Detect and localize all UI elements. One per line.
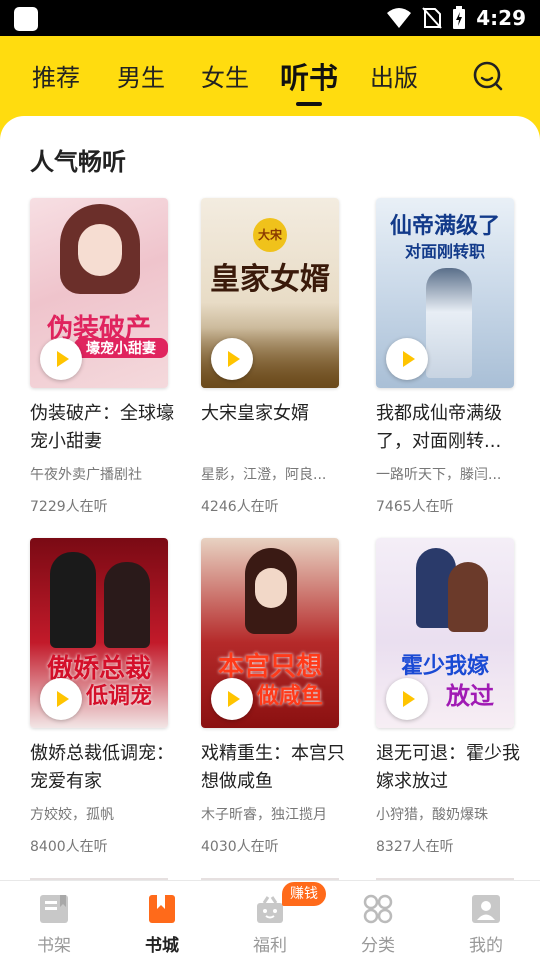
play-button[interactable] — [40, 338, 82, 380]
play-button[interactable] — [40, 678, 82, 720]
book-title[interactable]: 退无可退：霍少我嫁求放过 — [376, 740, 520, 796]
book-author: 小狩猎，酸奶爆珠 — [376, 807, 488, 823]
status-bar: 4:29 — [0, 0, 540, 36]
tab-recommend[interactable]: 推荐 — [32, 58, 80, 93]
listener-count: 7229人在听 — [30, 499, 108, 515]
book-card[interactable]: 大宋 皇家女婿 大宋皇家女婿 星影，江澄，阿良... 4246人在听 — [201, 198, 341, 516]
status-icons: 4:29 — [386, 0, 526, 36]
book-title[interactable]: 大宋皇家女婿 — [201, 400, 345, 456]
app-notification-icon — [14, 7, 38, 31]
book-title[interactable]: 戏精重生：本宫只想做咸鱼 — [201, 740, 345, 796]
cover-subtitle: 对面刚转职 — [404, 242, 485, 261]
book-card[interactable]: 伪装破产 壕宠小甜妻 伪装破产：全球壕宠小甜妻 午夜外卖广播剧社 7229人在听 — [30, 198, 174, 516]
play-button[interactable] — [211, 678, 253, 720]
book-author: 午夜外卖广播剧社 — [30, 467, 142, 483]
wifi-icon — [387, 8, 412, 28]
profile-icon — [472, 895, 500, 923]
listener-count: 8327人在听 — [376, 839, 454, 855]
book-cover[interactable]: 傲娇总裁 低调宠 — [30, 538, 168, 728]
book-title[interactable]: 我都成仙帝满级了，对面刚转... — [376, 400, 520, 456]
search-icon[interactable] — [470, 58, 506, 94]
top-nav: 推荐 男生 女生 听书 出版 — [0, 36, 540, 116]
nav-label: 我的 — [469, 936, 503, 956]
play-button[interactable] — [386, 678, 428, 720]
book-cover[interactable]: 本宫只想 做咸鱼 — [201, 538, 339, 728]
nav-label: 福利 — [253, 936, 287, 956]
nav-bookshelf[interactable]: 书架 — [0, 881, 108, 960]
book-cover[interactable]: 仙帝满级了 对面刚转职 — [376, 198, 514, 388]
book-author: 木子昕睿，独江揽月 — [201, 807, 327, 823]
active-tab-indicator — [296, 102, 322, 106]
no-sim-icon — [422, 7, 442, 29]
cover-subtitle: 壕宠小甜妻 — [74, 338, 168, 358]
book-card[interactable]: 仙帝满级了 对面刚转职 我都成仙帝满级了，对面刚转... 一路听天下，滕闫...… — [376, 198, 516, 516]
cover-subtitle: 做咸鱼 — [256, 683, 323, 709]
cover-subtitle: 大宋 — [257, 228, 282, 242]
cover-subtitle: 放过 — [446, 681, 494, 710]
nav-label: 书架 — [37, 936, 71, 956]
earn-badge[interactable]: 赚钱 — [282, 882, 326, 906]
content-sheet: 人气畅听 伪装破产 壕宠小甜妻 伪装破产：全球壕宠小甜妻 午夜外卖广播剧社 72… — [0, 116, 540, 880]
book-author: 方姣姣，孤帆 — [30, 807, 114, 823]
book-title[interactable]: 伪装破产：全球壕宠小甜妻 — [30, 400, 174, 456]
cover-title: 仙帝满级了 — [389, 213, 500, 239]
listener-count: 8400人在听 — [30, 839, 108, 855]
tab-publish[interactable]: 出版 — [370, 58, 418, 93]
cover-title: 皇家女婿 — [210, 262, 330, 297]
bottom-nav: 书架 书城 福利 分类 我的 — [0, 880, 540, 960]
section-title: 人气畅听 — [30, 148, 126, 176]
listener-count: 4030人在听 — [201, 839, 279, 855]
nav-bookstore[interactable]: 书城 — [108, 881, 216, 960]
tab-female[interactable]: 女生 — [201, 58, 249, 93]
play-button[interactable] — [211, 338, 253, 380]
book-card[interactable]: 本宫只想 做咸鱼 戏精重生：本宫只想做咸鱼 木子昕睿，独江揽月 4030人在听 — [201, 538, 345, 856]
category-icon — [363, 894, 393, 924]
cover-subtitle: 低调宠 — [85, 683, 152, 709]
book-title[interactable]: 傲娇总裁低调宠：宠爱有家 — [30, 740, 174, 796]
nav-label: 分类 — [361, 936, 395, 956]
book-author: 一路听天下，滕闫... — [376, 467, 502, 483]
nav-category[interactable]: 分类 — [324, 881, 432, 960]
book-card[interactable]: 傲娇总裁 低调宠 傲娇总裁低调宠：宠爱有家 方姣姣，孤帆 8400人在听 — [30, 538, 174, 856]
bookshelf-icon — [40, 895, 68, 923]
nav-profile[interactable]: 我的 — [432, 881, 540, 960]
tab-audiobook[interactable]: 听书 — [280, 55, 338, 97]
nav-label: 书城 — [145, 936, 179, 956]
battery-charging-icon — [453, 6, 466, 29]
listener-count: 4246人在听 — [201, 499, 279, 515]
play-button[interactable] — [386, 338, 428, 380]
tab-male[interactable]: 男生 — [117, 58, 165, 93]
book-cover[interactable]: 大宋 皇家女婿 — [201, 198, 339, 388]
book-cover[interactable]: 伪装破产 壕宠小甜妻 — [30, 198, 168, 388]
book-author: 星影，江澄，阿良... — [201, 467, 327, 483]
listener-count: 7465人在听 — [376, 499, 454, 515]
status-time: 4:29 — [476, 6, 526, 30]
book-cover[interactable]: 霍少我嫁 放过 — [376, 538, 514, 728]
bookstore-icon — [149, 895, 175, 923]
book-card[interactable]: 霍少我嫁 放过 退无可退：霍少我嫁求放过 小狩猎，酸奶爆珠 8327人在听 — [376, 538, 520, 856]
